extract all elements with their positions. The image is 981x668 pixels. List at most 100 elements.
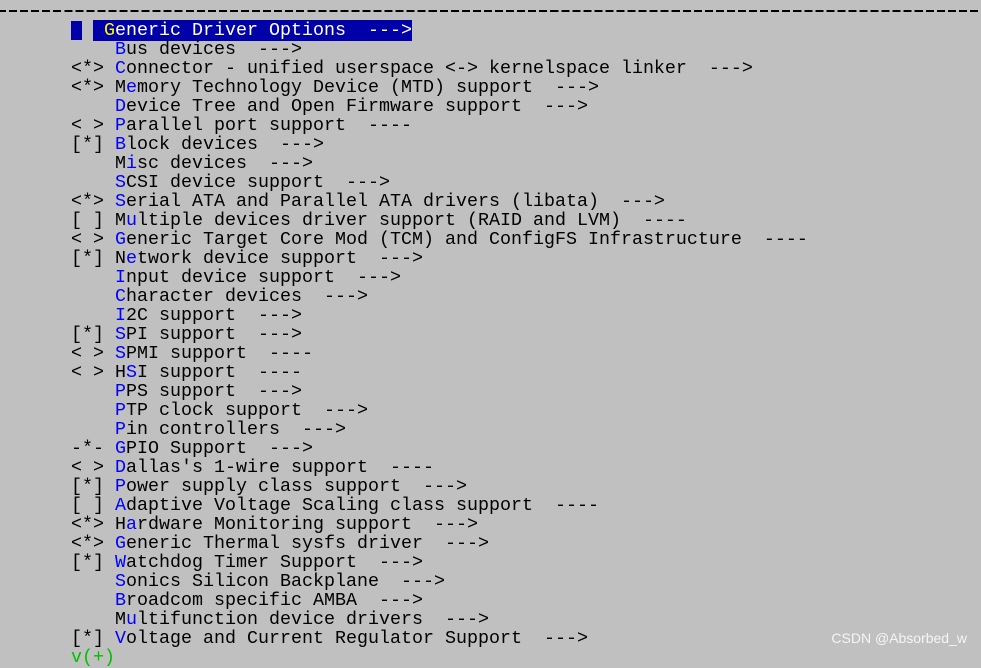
menu-item[interactable]: [ ] Multiple devices driver support (RAI… (71, 211, 687, 230)
option-state[interactable]: [*] (71, 324, 104, 345)
menu-item[interactable]: <*> Connector - unified userspace <-> ke… (71, 59, 753, 78)
menu-item[interactable]: Generic Driver Options ---> (71, 20, 412, 41)
hotkey: G (115, 229, 126, 250)
option-state[interactable] (71, 153, 104, 174)
option-state[interactable]: [*] (71, 476, 104, 497)
option-state[interactable] (71, 419, 104, 440)
hotkey: P (115, 381, 126, 402)
hotkey: P (115, 476, 126, 497)
label-rest: evice Tree and Open Firmware support ---… (126, 96, 588, 117)
menu-item[interactable]: <*> Serial ATA and Parallel ATA drivers … (71, 192, 665, 211)
label-pre: H (115, 362, 126, 383)
option-state[interactable]: < > (71, 229, 104, 250)
hotkey: P (115, 115, 126, 136)
hotkey: C (115, 58, 126, 79)
label-rest: arallel port support ---- (126, 115, 412, 136)
hotkey: e (126, 248, 137, 269)
hotkey: B (115, 134, 126, 155)
label-rest: PS support ---> (126, 381, 302, 402)
label-rest: in controllers ---> (126, 419, 346, 440)
menu-item[interactable]: <*> Hardware Monitoring support ---> (71, 515, 478, 534)
label-rest: roadcom specific AMBA ---> (126, 590, 423, 611)
menu-item[interactable]: Pin controllers ---> (71, 420, 346, 439)
option-state[interactable]: [ ] (71, 495, 104, 516)
option-state[interactable]: [ ] (71, 210, 104, 231)
option-state[interactable] (71, 590, 104, 611)
menu-item[interactable]: -*- GPIO Support ---> (71, 439, 313, 458)
menu-item[interactable]: Bus devices ---> (71, 40, 302, 59)
option-state[interactable]: -*- (71, 438, 104, 459)
menu-item[interactable]: < > Parallel port support ---- (71, 116, 412, 135)
menu-item[interactable]: [*] Power supply class support ---> (71, 477, 467, 496)
option-state[interactable]: < > (71, 457, 104, 478)
label-pre: H (115, 514, 126, 535)
option-state[interactable]: < > (71, 115, 104, 136)
option-state[interactable]: <*> (71, 77, 104, 98)
option-state[interactable] (71, 172, 104, 193)
menu-item[interactable]: Input device support ---> (71, 268, 401, 287)
label-pre: N (115, 248, 126, 269)
hotkey: W (115, 552, 126, 573)
menu-item[interactable]: PTP clock support ---> (71, 401, 368, 420)
menu-item[interactable]: Sonics Silicon Backplane ---> (71, 572, 445, 591)
option-state[interactable]: [*] (71, 248, 104, 269)
option-state[interactable] (71, 381, 104, 402)
hotkey: G (115, 533, 126, 554)
label-rest: PIO Support ---> (126, 438, 313, 459)
menu-item[interactable]: [*] SPI support ---> (71, 325, 302, 344)
menu-item[interactable]: SCSI device support ---> (71, 173, 390, 192)
menu-item[interactable]: < > HSI support ---- (71, 363, 302, 382)
menu-item[interactable]: [ ] Adaptive Voltage Scaling class suppo… (71, 496, 599, 515)
label-rest: lock devices ---> (126, 134, 324, 155)
option-state[interactable]: <*> (71, 191, 104, 212)
option-state[interactable] (71, 96, 104, 117)
menu-item[interactable]: Device Tree and Open Firmware support --… (71, 97, 588, 116)
menu-item[interactable]: < > SPMI support ---- (71, 344, 313, 363)
menu-item[interactable]: < > Dallas's 1-wire support ---- (71, 458, 434, 477)
option-state[interactable] (71, 305, 104, 326)
option-state[interactable] (71, 571, 104, 592)
option-state[interactable]: <*> (71, 514, 104, 535)
menu-item[interactable]: < > Generic Target Core Mod (TCM) and Co… (71, 230, 808, 249)
option-state[interactable]: < > (71, 343, 104, 364)
hotkey: u (126, 210, 137, 231)
option-state[interactable] (71, 609, 104, 630)
option-state[interactable] (71, 400, 104, 421)
menu-item[interactable]: I2C support ---> (71, 306, 302, 325)
menu-item[interactable]: [*] Network device support ---> (71, 249, 423, 268)
menu-item[interactable]: [*] Watchdog Timer Support ---> (71, 553, 423, 572)
option-state[interactable]: < > (71, 362, 104, 383)
hotkey: G (115, 438, 126, 459)
menu-item[interactable]: <*> Generic Thermal sysfs driver ---> (71, 534, 489, 553)
menu-item[interactable]: Multifunction device drivers ---> (71, 610, 489, 629)
label-rest: atchdog Timer Support ---> (126, 552, 423, 573)
label-rest: oltage and Current Regulator Support ---… (126, 628, 588, 649)
label-rest: eneric Target Core Mod (TCM) and ConfigF… (126, 229, 808, 250)
label-rest: nput device support ---> (126, 267, 401, 288)
menu-item[interactable]: [*] Voltage and Current Regulator Suppor… (71, 629, 588, 648)
hotkey: S (115, 343, 126, 364)
option-state[interactable]: <*> (71, 533, 104, 554)
menu-item[interactable]: Character devices ---> (71, 287, 368, 306)
label-rest: daptive Voltage Scaling class support --… (126, 495, 599, 516)
option-state[interactable] (71, 39, 104, 60)
menu-item[interactable]: Misc devices ---> (71, 154, 313, 173)
label-rest: eneric Thermal sysfs driver ---> (126, 533, 489, 554)
label-rest: eneric Driver Options ---> (115, 20, 412, 41)
menu-item[interactable]: Broadcom specific AMBA ---> (71, 591, 423, 610)
option-state[interactable] (71, 286, 104, 307)
option-state[interactable]: <*> (71, 58, 104, 79)
hotkey: D (115, 96, 126, 117)
option-state[interactable] (71, 267, 104, 288)
option-state[interactable]: [*] (71, 552, 104, 573)
option-state[interactable]: [*] (71, 134, 104, 155)
menu-item[interactable]: PPS support ---> (71, 382, 302, 401)
option-state[interactable]: [*] (71, 628, 104, 649)
label-rest: ltifunction device drivers ---> (137, 609, 489, 630)
label-rest: I support ---- (137, 362, 302, 383)
hotkey: P (115, 400, 126, 421)
selection-cursor (71, 21, 82, 40)
menu-item[interactable]: [*] Block devices ---> (71, 135, 324, 154)
menu-item[interactable]: <*> Memory Technology Device (MTD) suppo… (71, 78, 599, 97)
label-rest: mory Technology Device (MTD) support ---… (137, 77, 599, 98)
